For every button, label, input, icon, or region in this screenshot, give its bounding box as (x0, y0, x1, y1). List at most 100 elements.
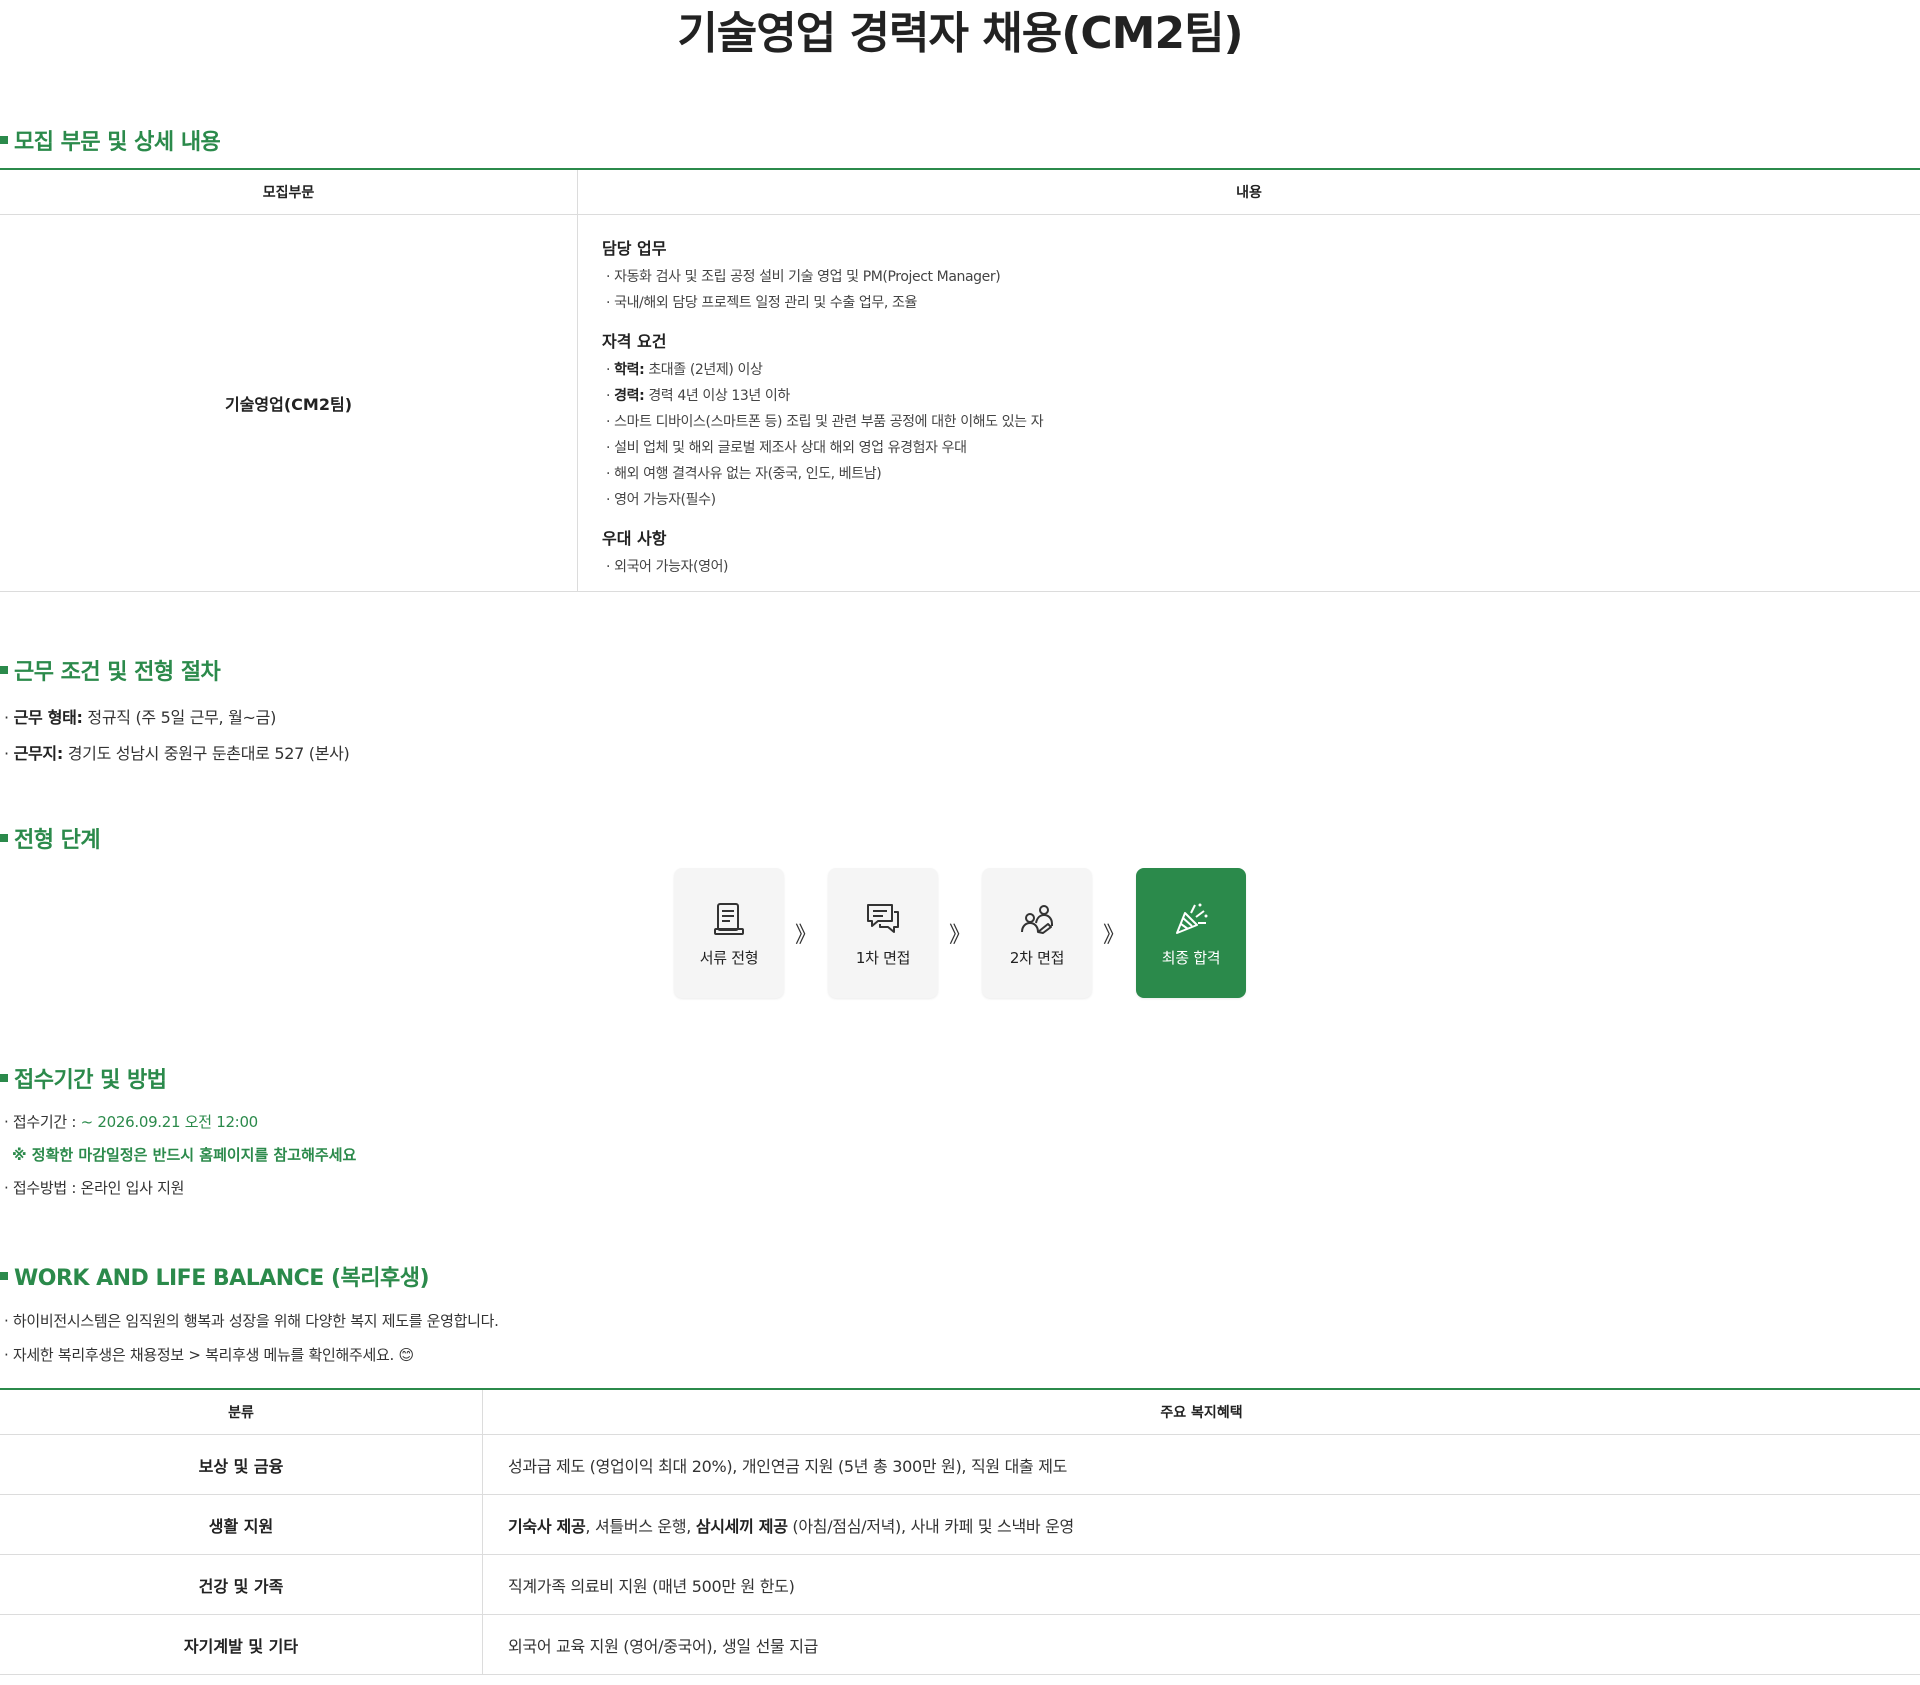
section-title-text: 전형 단계 (14, 828, 101, 853)
apply-period-label: · 접수기간 : (4, 1113, 81, 1131)
dept-cell: 기술영업(CM2팀) (0, 214, 578, 592)
benefit-detail: 외국어 교육 지원 (영어/중국어), 생일 선물 지급 (482, 1614, 1920, 1675)
requirement-text: 해외 여행 결격사유 없는 자(중국, 인도, 베트남) (614, 466, 882, 482)
duty-item: · 자동화 검사 및 조립 공정 설비 기술 영업 및 PM(Project M… (606, 269, 1001, 285)
section-title-recruit: 모집 부문 및 상세 내용 (0, 124, 221, 156)
requirement-item: · 영어 가능자(필수) (606, 492, 716, 508)
step-arrow-icon: 》 (1102, 923, 1125, 948)
section-bullet-icon (0, 666, 8, 674)
table-row: 보상 및 금융 성과급 제도 (영업이익 최대 20%), 개인연금 지원 (5… (0, 1434, 1920, 1495)
requirement-text: 영어 가능자(필수) (614, 492, 716, 508)
preferred-group: 우대 사항 · 외국어 가능자(영어) (602, 525, 1896, 576)
benefit-detail: 기숙사 제공, 셔틀버스 운행, 삼시세끼 제공 (아침/점심/저녁), 사내 … (482, 1494, 1920, 1555)
document-icon (714, 902, 744, 935)
section-title-apply: 접수기간 및 방법 (0, 1062, 167, 1094)
section-bullet-icon (0, 1074, 8, 1082)
benefit-text: 외국어 교육 지원 (영어/중국어), 생일 선물 지급 (508, 1636, 819, 1656)
conditions-list: · 근무 형태: 정규직 (주 5일 근무, 월~금) · 근무지: 경기도 성… (0, 704, 350, 776)
requirement-item: · 설비 업체 및 해외 글로벌 제조사 상대 해외 영업 유경험자 우대 (606, 440, 967, 456)
step-arrow-icon: 》 (948, 923, 971, 948)
step-second-interview: 2차 면접 (982, 868, 1092, 998)
people-icon (1021, 904, 1053, 934)
benefit-detail: 성과급 제도 (영업이익 최대 20%), 개인연금 지원 (5년 총 300만… (482, 1434, 1920, 1495)
apply-period: · 접수기간 : ~ 2026.09.21 오전 12:00 (4, 1111, 356, 1132)
preferred-item: · 외국어 가능자(영어) (606, 559, 729, 575)
apply-period-value: ~ 2026.09.21 오전 12:00 (80, 1113, 259, 1131)
benefit-text: 성과급 제도 (영업이익 최대 20%), 개인연금 지원 (5년 총 300만… (508, 1456, 1068, 1476)
section-title-text: 근무 조건 및 전형 절차 (14, 660, 221, 685)
step-document-screening: 서류 전형 (674, 868, 784, 998)
party-popper-icon (1176, 903, 1208, 934)
requirement-text: 초대졸 (2년제) 이상 (644, 362, 763, 378)
step-label: 2차 면접 (1009, 948, 1065, 967)
benefit-text: , 셔틀버스 운행, (585, 1516, 696, 1536)
table-row: 생활 지원 기숙사 제공, 셔틀버스 운행, 삼시세끼 제공 (아침/점심/저녁… (0, 1494, 1920, 1555)
section-title-text: WORK AND LIFE BALANCE (복리후생) (14, 1266, 430, 1291)
deadline-note: ※ 정확한 마감일정은 반드시 홈페이지를 참고해주세요 (12, 1146, 357, 1164)
benefit-category: 건강 및 가족 (0, 1554, 483, 1615)
section-title-text: 접수기간 및 방법 (14, 1068, 167, 1093)
job-posting-page: 기술영업 경력자 채용(CM2팀) 모집 부문 및 상세 내용 모집부문 내용 … (0, 0, 1920, 1675)
requirement-text: 스마트 디바이스(스마트폰 등) 조립 및 관련 부품 공정에 대한 이해도 있… (614, 414, 1044, 430)
step-final-pass: 최종 합격 (1136, 868, 1246, 998)
benefit-text: (아침/점심/저녁), 사내 카페 및 스낵바 운영 (787, 1516, 1074, 1536)
page-title: 기술영업 경력자 채용(CM2팀) (677, 8, 1243, 59)
requirement-label: 학력: (614, 362, 645, 378)
section-title-conditions: 근무 조건 및 전형 절차 (0, 654, 221, 686)
apply-info: · 접수기간 : ~ 2026.09.21 오전 12:00 ※ 정확한 마감일… (0, 1111, 356, 1210)
duties-group: 담당 업무 · 자동화 검사 및 조립 공정 설비 기술 영업 및 PM(Pro… (602, 235, 1896, 312)
header-category: 분류 (0, 1389, 483, 1435)
preferred-title: 우대 사항 (602, 529, 667, 548)
requirement-text: 경력 4년 이상 13년 이하 (644, 388, 790, 404)
apply-method: · 접수방법 : 온라인 입사 지원 (4, 1179, 185, 1197)
benefit-category: 자기계발 및 기타 (0, 1614, 483, 1675)
duties-title: 담당 업무 (602, 239, 667, 258)
table-header-row: 모집부문 내용 (0, 169, 1920, 215)
step-label: 서류 전형 (699, 948, 759, 967)
welfare-intro-line: · 자세한 복리후생은 채용정보 > 복리후생 메뉴를 확인해주세요. 😊 (4, 1346, 414, 1364)
requirement-item: · 스마트 디바이스(스마트폰 등) 조립 및 관련 부품 공정에 대한 이해도… (606, 414, 1044, 430)
benefit-text: 직계가족 의료비 지원 (매년 500만 원 한도) (508, 1576, 795, 1596)
table-header-row: 분류 주요 복지혜택 (0, 1389, 1920, 1435)
step-arrow-icon: 》 (794, 923, 817, 948)
condition-text: 정규직 (주 5일 근무, 월~금) (82, 708, 277, 727)
benefit-highlight: 삼시세끼 제공 (695, 1516, 788, 1536)
condition-item: · 근무지: 경기도 성남시 중원구 둔촌대로 527 (본사) (4, 744, 350, 763)
section-title-text: 모집 부문 및 상세 내용 (14, 130, 221, 155)
benefit-category: 생활 지원 (0, 1494, 483, 1555)
header-content: 내용 (577, 169, 1920, 215)
condition-label: 근무지: (13, 744, 64, 763)
requirement-item: · 해외 여행 결격사유 없는 자(중국, 인도, 베트남) (606, 466, 882, 482)
welfare-intro: · 하이비전시스템은 임직원의 행복과 성장을 위해 다양한 복지 제도를 운영… (0, 1310, 499, 1377)
step-label: 최종 합격 (1161, 948, 1221, 967)
benefit-detail: 직계가족 의료비 지원 (매년 500만 원 한도) (482, 1554, 1920, 1615)
header-benefits: 주요 복지혜택 (482, 1389, 1920, 1435)
requirements-group: 자격 요건 · 학력: 초대졸 (2년제) 이상 · 경력: 경력 4년 이상 … (602, 328, 1896, 509)
table-row: 기술영업(CM2팀) 담당 업무 · 자동화 검사 및 조립 공정 설비 기술 … (0, 214, 1920, 592)
requirement-item: · 경력: 경력 4년 이상 13년 이하 (606, 388, 790, 404)
welfare-table: 분류 주요 복지혜택 보상 및 금융 성과급 제도 (영업이익 최대 20%),… (0, 1388, 1920, 1675)
table-row: 건강 및 가족 직계가족 의료비 지원 (매년 500만 원 한도) (0, 1554, 1920, 1615)
requirement-label: 경력: (614, 388, 645, 404)
condition-text: 경기도 성남시 중원구 둔촌대로 527 (본사) (62, 744, 350, 763)
requirement-text: 설비 업체 및 해외 글로벌 제조사 상대 해외 영업 유경험자 우대 (614, 440, 967, 456)
section-bullet-icon (0, 834, 8, 842)
benefit-highlight: 기숙사 제공 (508, 1516, 586, 1536)
duty-item: · 국내/해외 담당 프로젝트 일정 관리 및 수출 업무, 조율 (606, 295, 917, 311)
condition-label: 근무 형태: (13, 708, 83, 727)
step-first-interview: 1차 면접 (828, 868, 938, 998)
recruit-table: 모집부문 내용 기술영업(CM2팀) 담당 업무 · 자동화 검사 및 조립 공… (0, 168, 1920, 592)
section-title-steps: 전형 단계 (0, 822, 101, 854)
section-bullet-icon (0, 136, 8, 144)
section-bullet-icon (0, 1272, 8, 1280)
welfare-intro-line: · 하이비전시스템은 임직원의 행복과 성장을 위해 다양한 복지 제도를 운영… (4, 1312, 499, 1330)
detail-cell: 담당 업무 · 자동화 검사 및 조립 공정 설비 기술 영업 및 PM(Pro… (577, 214, 1920, 592)
step-label: 1차 면접 (855, 948, 911, 967)
section-title-welfare: WORK AND LIFE BALANCE (복리후생) (0, 1260, 430, 1292)
condition-item: · 근무 형태: 정규직 (주 5일 근무, 월~금) (4, 708, 277, 727)
chat-icon (867, 903, 899, 933)
selection-steps: 서류 전형 》 1차 면접 》 2차 면접 》 최종 합격 (674, 868, 1246, 998)
header-dept: 모집부문 (0, 169, 578, 215)
table-row: 자기계발 및 기타 외국어 교육 지원 (영어/중국어), 생일 선물 지급 (0, 1614, 1920, 1675)
requirement-item: · 학력: 초대졸 (2년제) 이상 (606, 362, 763, 378)
